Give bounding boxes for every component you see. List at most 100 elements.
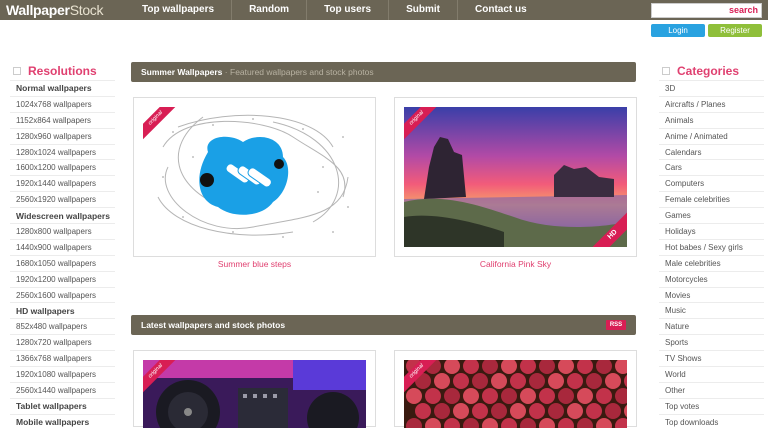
wallpaper-thumbnail[interactable]: original: [143, 107, 366, 247]
categories-heading: Categories: [659, 62, 764, 80]
wallpaper-card[interactable]: original HD: [394, 97, 637, 257]
category-link[interactable]: Other: [659, 381, 764, 398]
nav-submit[interactable]: Submit: [389, 0, 458, 20]
login-button[interactable]: Login: [651, 24, 705, 37]
category-link[interactable]: Holidays: [659, 223, 764, 239]
category-link[interactable]: 3D: [659, 80, 764, 96]
category-link[interactable]: TV Shows: [659, 350, 764, 366]
rss-button[interactable]: RSS: [606, 320, 626, 330]
lychee-fruit: [586, 403, 602, 419]
lychee-fruit: [406, 388, 422, 404]
lychee-fruit: [605, 373, 621, 389]
resolution-link[interactable]: 2560x1440 wallpapers: [10, 381, 115, 398]
nav-random[interactable]: Random: [232, 0, 308, 20]
california-pink-sky-image: [404, 107, 627, 247]
lychee-fruit: [558, 388, 574, 404]
category-link[interactable]: Hot babes / Sexy girls: [659, 238, 764, 255]
category-link[interactable]: Nature: [659, 318, 764, 334]
resolution-link[interactable]: 1280x720 wallpapers: [10, 334, 115, 350]
wallpaper-card[interactable]: original: [133, 350, 376, 428]
collapse-icon: [662, 67, 670, 75]
resolution-link[interactable]: 2560x1600 wallpapers: [10, 286, 115, 303]
resolution-group-heading[interactable]: Widescreen wallpapers: [10, 207, 115, 223]
category-link[interactable]: Female celebrities: [659, 191, 764, 207]
lychee-fruit: [596, 388, 612, 404]
lychee-fruit: [548, 403, 564, 419]
resolution-link[interactable]: 1024x768 wallpapers: [10, 95, 115, 112]
lychee-fruit: [510, 373, 526, 389]
lychee-fruit: [453, 373, 469, 389]
resolution-link[interactable]: 1152x864 wallpapers: [10, 111, 115, 128]
lychee-fruit: [415, 403, 431, 419]
category-link[interactable]: Music: [659, 302, 764, 318]
wallpaper-caption[interactable]: California Pink Sky: [394, 259, 637, 269]
search-box: search: [651, 3, 762, 18]
top-navigation-bar: WallpaperStock Top wallpapers Random Top…: [0, 0, 768, 20]
summer-blue-steps-image: [143, 107, 366, 247]
resolutions-heading: Resolutions: [10, 62, 115, 80]
category-link[interactable]: Anime / Animated: [659, 127, 764, 144]
wallpaper-thumbnail[interactable]: original HD: [404, 107, 627, 247]
category-link[interactable]: Motorcycles: [659, 270, 764, 287]
category-link[interactable]: World: [659, 366, 764, 382]
category-link[interactable]: Male celebrities: [659, 254, 764, 271]
resolution-link[interactable]: 852x480 wallpapers: [10, 318, 115, 334]
search-input[interactable]: [654, 4, 726, 17]
lychee-fruit: [491, 373, 507, 389]
lychee-fruit: [501, 388, 517, 404]
category-link[interactable]: Movies: [659, 286, 764, 303]
category-link[interactable]: Aircrafts / Planes: [659, 95, 764, 112]
nav-contact-us[interactable]: Contact us: [458, 0, 544, 20]
category-link[interactable]: Animals: [659, 111, 764, 128]
site-logo[interactable]: WallpaperStock: [6, 2, 103, 18]
category-link[interactable]: Cars: [659, 159, 764, 175]
wallpaper-thumbnail[interactable]: original: [143, 360, 366, 428]
resolution-group-heading[interactable]: Mobile wallpapers: [10, 413, 115, 430]
category-link[interactable]: Calendars: [659, 143, 764, 160]
lychee-fruit: [567, 403, 583, 419]
lychee-fruit: [425, 388, 441, 404]
resolution-link[interactable]: 1280x800 wallpapers: [10, 223, 115, 239]
nav-top-wallpapers[interactable]: Top wallpapers: [125, 0, 233, 20]
category-link[interactable]: Games: [659, 207, 764, 223]
lychee-fruit: [529, 403, 545, 419]
resolution-link[interactable]: 1600x1200 wallpapers: [10, 159, 115, 175]
resolution-group-heading[interactable]: Tablet wallpapers: [10, 397, 115, 414]
resolution-group-heading[interactable]: HD wallpapers: [10, 302, 115, 318]
search-button[interactable]: search: [729, 5, 758, 15]
lychee-fruit: [482, 388, 498, 404]
collapse-icon: [13, 67, 21, 75]
lychee-fruit: [520, 388, 536, 404]
lychee-fruit: [434, 403, 450, 419]
lychee-fruit: [567, 373, 583, 389]
featured-title: Summer Wallpapers: [141, 67, 223, 77]
resolution-link[interactable]: 1680x1050 wallpapers: [10, 254, 115, 271]
category-link[interactable]: Computers: [659, 175, 764, 191]
resolution-group-heading[interactable]: Normal wallpapers: [10, 80, 115, 96]
resolution-link[interactable]: 1920x1080 wallpapers: [10, 366, 115, 382]
category-link[interactable]: Top downloads: [659, 413, 764, 430]
dj-turntable-image: [143, 360, 366, 428]
resolution-link[interactable]: 1366x768 wallpapers: [10, 350, 115, 366]
lychee-fruit: [453, 403, 469, 419]
register-button[interactable]: Register: [708, 24, 762, 37]
nav-top-users[interactable]: Top users: [307, 0, 390, 20]
resolution-link[interactable]: 1920x1440 wallpapers: [10, 175, 115, 191]
wallpaper-caption[interactable]: Summer blue steps: [133, 259, 376, 269]
lychee-fruit: [463, 388, 479, 404]
resolution-link[interactable]: 1280x960 wallpapers: [10, 127, 115, 144]
resolution-link[interactable]: 2560x1920 wallpapers: [10, 191, 115, 207]
wallpaper-card[interactable]: original: [133, 97, 376, 257]
lychee-fruit: [510, 403, 526, 419]
lychee-fruit: [605, 403, 621, 419]
categories-sidebar: Categories 3D Aircrafts / Planes Animals An…: [659, 62, 764, 430]
latest-header: Latest wallpapers and stock photos RSS: [131, 315, 636, 335]
wallpaper-card[interactable]: original: [394, 350, 637, 428]
category-link[interactable]: Top votes: [659, 397, 764, 414]
wallpaper-thumbnail[interactable]: original: [404, 360, 627, 428]
resolution-link[interactable]: 1920x1200 wallpapers: [10, 270, 115, 287]
resolution-link[interactable]: 1440x900 wallpapers: [10, 238, 115, 255]
resolution-link[interactable]: 1280x1024 wallpapers: [10, 143, 115, 160]
category-link[interactable]: Sports: [659, 334, 764, 350]
lychee-fruit: [491, 403, 507, 419]
